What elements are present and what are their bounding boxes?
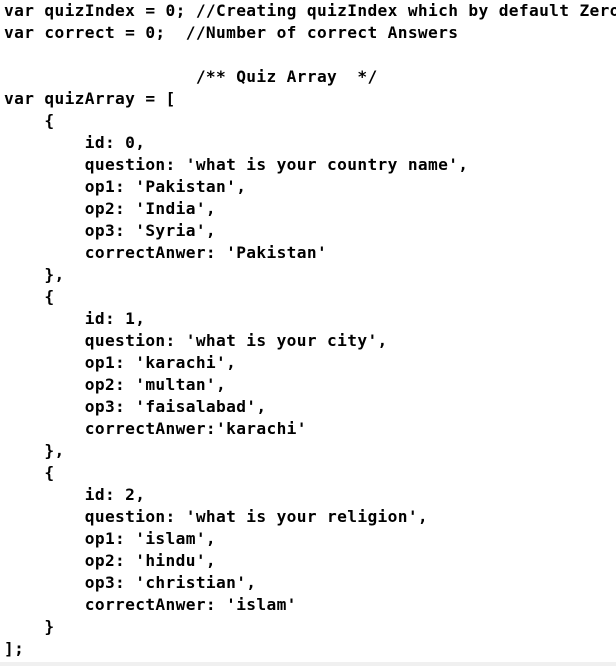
- code-line: id: 1,: [4, 309, 146, 328]
- code-line: }: [4, 617, 55, 636]
- code-line: op3: 'christian',: [4, 573, 257, 592]
- code-line: ];: [4, 639, 25, 658]
- code-line: },: [4, 441, 65, 460]
- code-line: correctAnwer:'karachi': [4, 419, 307, 438]
- code-line: op2: 'multan',: [4, 375, 227, 394]
- code-line: question: 'what is your city',: [4, 331, 388, 350]
- code-line: var quizArray = [: [4, 89, 176, 108]
- bottom-divider: [0, 662, 616, 666]
- code-line: op1: 'islam',: [4, 529, 217, 548]
- code-line: var quizIndex = 0; //Creating quizIndex …: [4, 1, 616, 20]
- code-line: {: [4, 287, 55, 306]
- code-line: var correct = 0; //Number of correct Ans…: [4, 23, 459, 42]
- code-line: op3: 'faisalabad',: [4, 397, 267, 416]
- code-block: var quizIndex = 0; //Creating quizIndex …: [4, 0, 616, 660]
- code-line: question: 'what is your country name',: [4, 155, 469, 174]
- code-line: correctAnwer: 'islam': [4, 595, 297, 614]
- code-line: op2: 'India',: [4, 199, 217, 218]
- code-line: },: [4, 265, 65, 284]
- code-line: id: 2,: [4, 485, 146, 504]
- code-line: op2: 'hindu',: [4, 551, 217, 570]
- code-line: {: [4, 463, 55, 482]
- code-line: op1: 'karachi',: [4, 353, 237, 372]
- code-line: /** Quiz Array */: [4, 67, 378, 86]
- code-line: op3: 'Syria',: [4, 221, 217, 240]
- code-line: question: 'what is your religion',: [4, 507, 429, 526]
- code-line: correctAnwer: 'Pakistan': [4, 243, 328, 262]
- code-line: id: 0,: [4, 133, 146, 152]
- code-line: {: [4, 111, 55, 130]
- code-line: op1: 'Pakistan',: [4, 177, 247, 196]
